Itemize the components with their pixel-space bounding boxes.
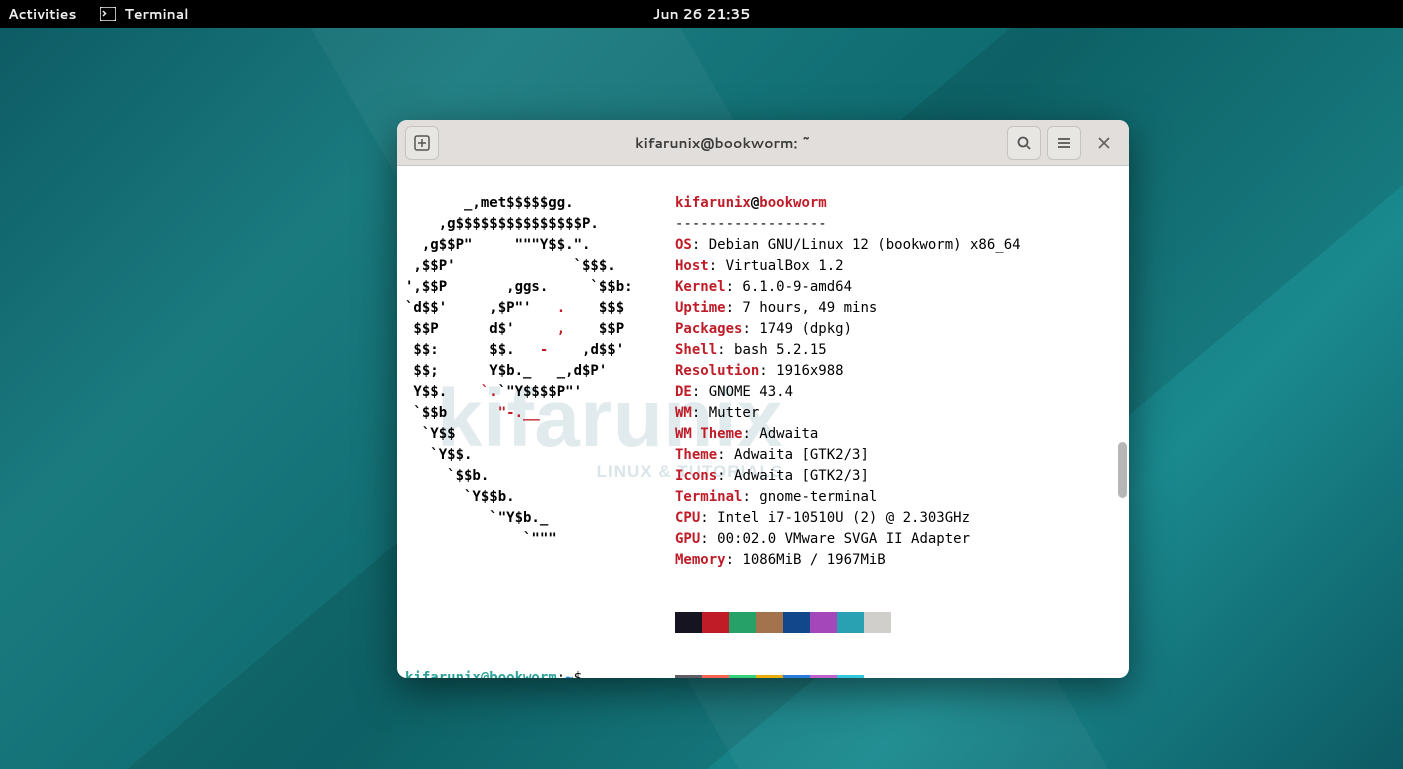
color-swatch [864,612,891,633]
window-titlebar: kifarunix@bookworm: ~ [397,120,1129,166]
search-button[interactable] [1007,126,1041,160]
info-host: bookworm [759,195,826,211]
color-swatch [837,675,864,678]
ascii-logo: _,met$$$$$gg. ,g$$$$$$$$$$$$$$$P. ,g$$P"… [405,172,633,550]
window-title: kifarunix@bookworm: ~ [445,133,1001,153]
color-swatches [675,570,891,678]
color-swatch [756,612,783,633]
system-info: kifarunix@bookworm ------------------ OS… [675,172,1021,571]
info-user: kifarunix [675,195,751,211]
color-swatch [702,612,729,633]
plus-box-icon [414,135,430,151]
color-swatch [783,675,810,678]
color-swatch [729,612,756,633]
color-swatch [729,675,756,678]
clock[interactable]: Jun 26 21:35 [653,4,750,24]
scrollbar-thumb[interactable] [1118,442,1127,498]
menu-button[interactable] [1047,126,1081,160]
color-swatch [756,675,783,678]
terminal-window: kifarunix@bookworm: ~ kifarunix LINUX & … [397,120,1129,678]
active-app-name: Terminal [124,4,188,24]
color-swatch [810,612,837,633]
new-tab-button[interactable] [405,126,439,160]
color-swatch [837,612,864,633]
close-button[interactable] [1087,126,1121,160]
color-swatch [702,675,729,678]
info-separator: ------------------ [675,216,827,232]
active-app-indicator[interactable]: Terminal [100,4,188,24]
color-swatch [783,612,810,633]
hamburger-icon [1056,135,1072,151]
desktop-background: Activities Terminal Jun 26 21:35 kifarun… [0,0,1403,769]
close-icon [1097,136,1111,150]
terminal-icon [100,7,116,21]
color-swatch [675,612,702,633]
color-swatch [675,675,702,678]
search-icon [1016,135,1032,151]
shell-prompt[interactable]: kifarunix@bookworm:~$ [405,668,590,678]
gnome-topbar: Activities Terminal Jun 26 21:35 [0,0,1403,28]
terminal-content[interactable]: kifarunix LINUX & TUTORIALS _,met$$$$$gg… [397,166,1129,678]
activities-button[interactable]: Activities [8,4,76,24]
color-swatch [864,675,891,678]
color-swatch [810,675,837,678]
